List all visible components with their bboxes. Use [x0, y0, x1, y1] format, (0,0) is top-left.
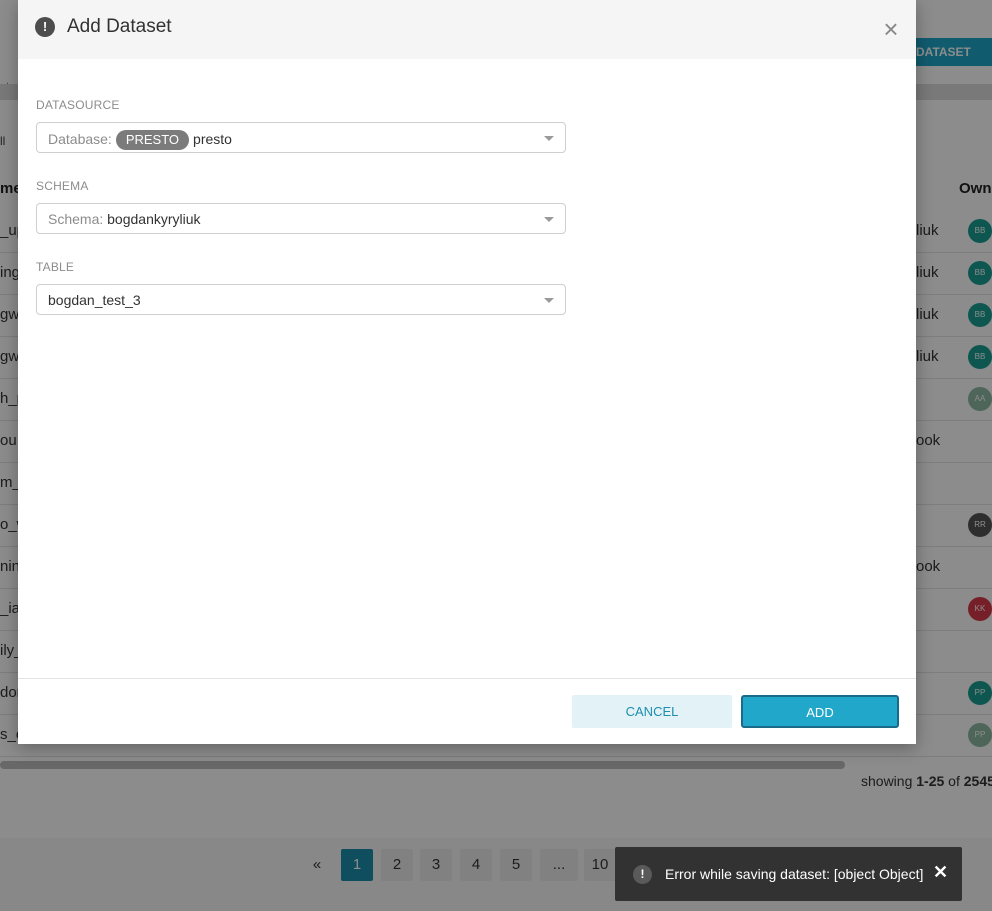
schema-value: Schema: bogdankyryliuk [48, 211, 201, 227]
schema-select[interactable]: Schema: bogdankyryliuk [36, 203, 566, 234]
table-name: bogdan_test_3 [48, 292, 141, 308]
toast-close-icon[interactable]: ✕ [933, 862, 948, 883]
cancel-button[interactable]: CANCEL [572, 695, 732, 728]
add-dataset-modal: ! Add Dataset × DATASOURCE Database: PRES… [18, 0, 916, 744]
datasource-label: DATASOURCE [36, 98, 120, 112]
datasource-select[interactable]: Database: PRESTO presto [36, 122, 566, 153]
close-icon[interactable]: × [880, 16, 902, 42]
datasource-prefix: Database: [48, 131, 112, 147]
database-backend-badge: PRESTO [115, 130, 190, 150]
schema-prefix: Schema: [48, 211, 104, 227]
footer-divider [18, 678, 916, 679]
exclamation-circle-icon: ! [35, 17, 55, 37]
database-name: presto [193, 131, 232, 147]
table-select[interactable]: bogdan_test_3 [36, 284, 566, 315]
modal-title: Add Dataset [67, 16, 172, 37]
toast-message: Error while saving dataset: [object Obje… [665, 866, 924, 882]
modal-header: ! Add Dataset × [18, 0, 916, 59]
chevron-down-icon[interactable] [544, 298, 554, 303]
schema-name: bogdankyryliuk [107, 211, 201, 227]
exclamation-circle-icon: ! [633, 865, 652, 884]
table-label: TABLE [36, 260, 75, 274]
datasource-value: Database: PRESTO presto [48, 130, 232, 150]
error-toast: ! Error while saving dataset: [object Ob… [615, 847, 962, 901]
chevron-down-icon[interactable] [544, 217, 554, 222]
schema-label: SCHEMA [36, 179, 89, 193]
add-button[interactable]: ADD [741, 695, 899, 728]
chevron-down-icon[interactable] [544, 136, 554, 141]
